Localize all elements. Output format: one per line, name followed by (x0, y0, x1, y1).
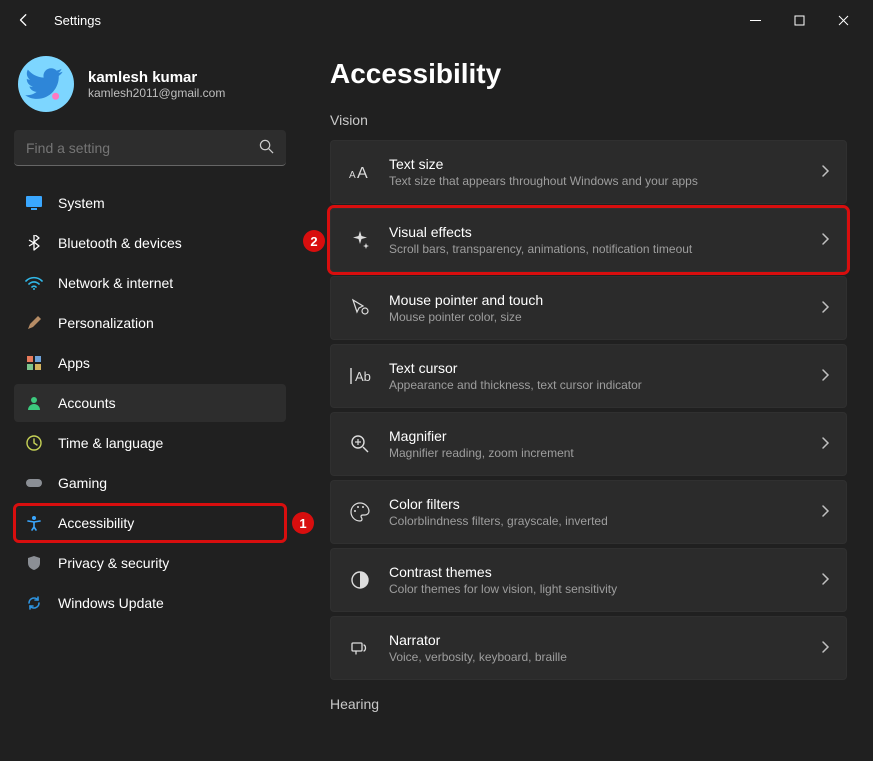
card-title: Text size (389, 156, 698, 172)
chevron-right-icon (820, 300, 830, 317)
chevron-right-icon (820, 232, 830, 249)
paintbrush-icon (24, 313, 44, 333)
search-input[interactable] (14, 130, 286, 166)
sidebar-item-label: Windows Update (58, 595, 164, 611)
text-size-icon: AA (347, 159, 373, 185)
maximize-button[interactable] (777, 4, 821, 36)
cursor-icon (347, 295, 373, 321)
person-icon (24, 393, 44, 413)
card-subtitle: Colorblindness filters, grayscale, inver… (389, 514, 608, 528)
card-title: Visual effects (389, 224, 692, 240)
svg-text:Ab: Ab (355, 369, 371, 384)
back-button[interactable] (8, 4, 40, 36)
sidebar-item-update[interactable]: Windows Update (14, 584, 286, 622)
avatar (18, 56, 74, 112)
card-narrator[interactable]: Narrator Voice, verbosity, keyboard, bra… (330, 616, 847, 680)
sidebar-item-accessibility[interactable]: Accessibility 1 (14, 504, 286, 542)
card-subtitle: Mouse pointer color, size (389, 310, 543, 324)
card-visual-effects[interactable]: 2 Visual effects Scroll bars, transparen… (330, 208, 847, 272)
card-title: Contrast themes (389, 564, 617, 580)
titlebar: Settings (0, 0, 873, 40)
minimize-button[interactable] (733, 4, 777, 36)
profile-email: kamlesh2011@gmail.com (88, 86, 225, 100)
window-title: Settings (54, 13, 101, 28)
sidebar-item-system[interactable]: System (14, 184, 286, 222)
card-subtitle: Scroll bars, transparency, animations, n… (389, 242, 692, 256)
magnifier-icon (347, 431, 373, 457)
sidebar: kamlesh kumar kamlesh2011@gmail.com Syst… (0, 40, 300, 761)
card-title: Text cursor (389, 360, 642, 376)
card-subtitle: Color themes for low vision, light sensi… (389, 582, 617, 596)
sidebar-item-label: System (58, 195, 105, 211)
sidebar-item-privacy[interactable]: Privacy & security (14, 544, 286, 582)
card-text-cursor[interactable]: Ab Text cursor Appearance and thickness,… (330, 344, 847, 408)
text-cursor-icon: Ab (347, 363, 373, 389)
card-contrast-themes[interactable]: Contrast themes Color themes for low vis… (330, 548, 847, 612)
sidebar-item-label: Apps (58, 355, 90, 371)
chevron-right-icon (820, 436, 830, 453)
search-icon (259, 139, 274, 157)
section-header-vision: Vision (330, 112, 847, 128)
sidebar-item-label: Gaming (58, 475, 107, 491)
card-title: Narrator (389, 632, 567, 648)
card-title: Mouse pointer and touch (389, 292, 543, 308)
sidebar-item-label: Personalization (58, 315, 154, 331)
sidebar-item-personalization[interactable]: Personalization (14, 304, 286, 342)
search-box (14, 130, 286, 166)
sidebar-item-label: Bluetooth & devices (58, 235, 182, 251)
card-magnifier[interactable]: Magnifier Magnifier reading, zoom increm… (330, 412, 847, 476)
gamepad-icon (24, 473, 44, 493)
card-subtitle: Text size that appears throughout Window… (389, 174, 698, 188)
profile-name: kamlesh kumar (88, 69, 225, 86)
card-title: Magnifier (389, 428, 574, 444)
sidebar-item-network[interactable]: Network & internet (14, 264, 286, 302)
clock-icon (24, 433, 44, 453)
contrast-icon (347, 567, 373, 593)
svg-text:A: A (349, 170, 356, 181)
sidebar-item-time[interactable]: Time & language (14, 424, 286, 462)
palette-icon (347, 499, 373, 525)
page-title: Accessibility (330, 58, 847, 90)
profile-block[interactable]: kamlesh kumar kamlesh2011@gmail.com (14, 50, 286, 130)
bluetooth-icon (24, 233, 44, 253)
chevron-right-icon (820, 640, 830, 657)
main-panel: Accessibility Vision AA Text size Text s… (300, 40, 873, 761)
sparkle-icon (347, 227, 373, 253)
card-mouse-pointer[interactable]: Mouse pointer and touch Mouse pointer co… (330, 276, 847, 340)
card-subtitle: Magnifier reading, zoom increment (389, 446, 574, 460)
apps-icon (24, 353, 44, 373)
sidebar-item-gaming[interactable]: Gaming (14, 464, 286, 502)
monitor-icon (24, 193, 44, 213)
sidebar-item-label: Accounts (58, 395, 116, 411)
shield-icon (24, 553, 44, 573)
annotation-badge-1: 1 (292, 512, 314, 534)
chevron-right-icon (820, 368, 830, 385)
sidebar-item-label: Network & internet (58, 275, 173, 291)
card-title: Color filters (389, 496, 608, 512)
vision-cards: AA Text size Text size that appears thro… (330, 140, 847, 680)
card-subtitle: Appearance and thickness, text cursor in… (389, 378, 642, 392)
card-color-filters[interactable]: Color filters Colorblindness filters, gr… (330, 480, 847, 544)
svg-text:A: A (357, 165, 368, 182)
sidebar-item-label: Accessibility (58, 515, 134, 531)
narrator-icon (347, 635, 373, 661)
nav-list: System Bluetooth & devices Network & int… (14, 184, 286, 622)
wifi-icon (24, 273, 44, 293)
chevron-right-icon (820, 504, 830, 521)
close-button[interactable] (821, 4, 865, 36)
section-header-hearing: Hearing (330, 696, 847, 712)
card-subtitle: Voice, verbosity, keyboard, braille (389, 650, 567, 664)
card-text-size[interactable]: AA Text size Text size that appears thro… (330, 140, 847, 204)
chevron-right-icon (820, 164, 830, 181)
accessibility-icon (24, 513, 44, 533)
annotation-badge-2: 2 (303, 230, 325, 252)
sidebar-item-label: Time & language (58, 435, 163, 451)
sidebar-item-accounts[interactable]: Accounts (14, 384, 286, 422)
sidebar-item-bluetooth[interactable]: Bluetooth & devices (14, 224, 286, 262)
sidebar-item-label: Privacy & security (58, 555, 169, 571)
chevron-right-icon (820, 572, 830, 589)
sidebar-item-apps[interactable]: Apps (14, 344, 286, 382)
update-icon (24, 593, 44, 613)
